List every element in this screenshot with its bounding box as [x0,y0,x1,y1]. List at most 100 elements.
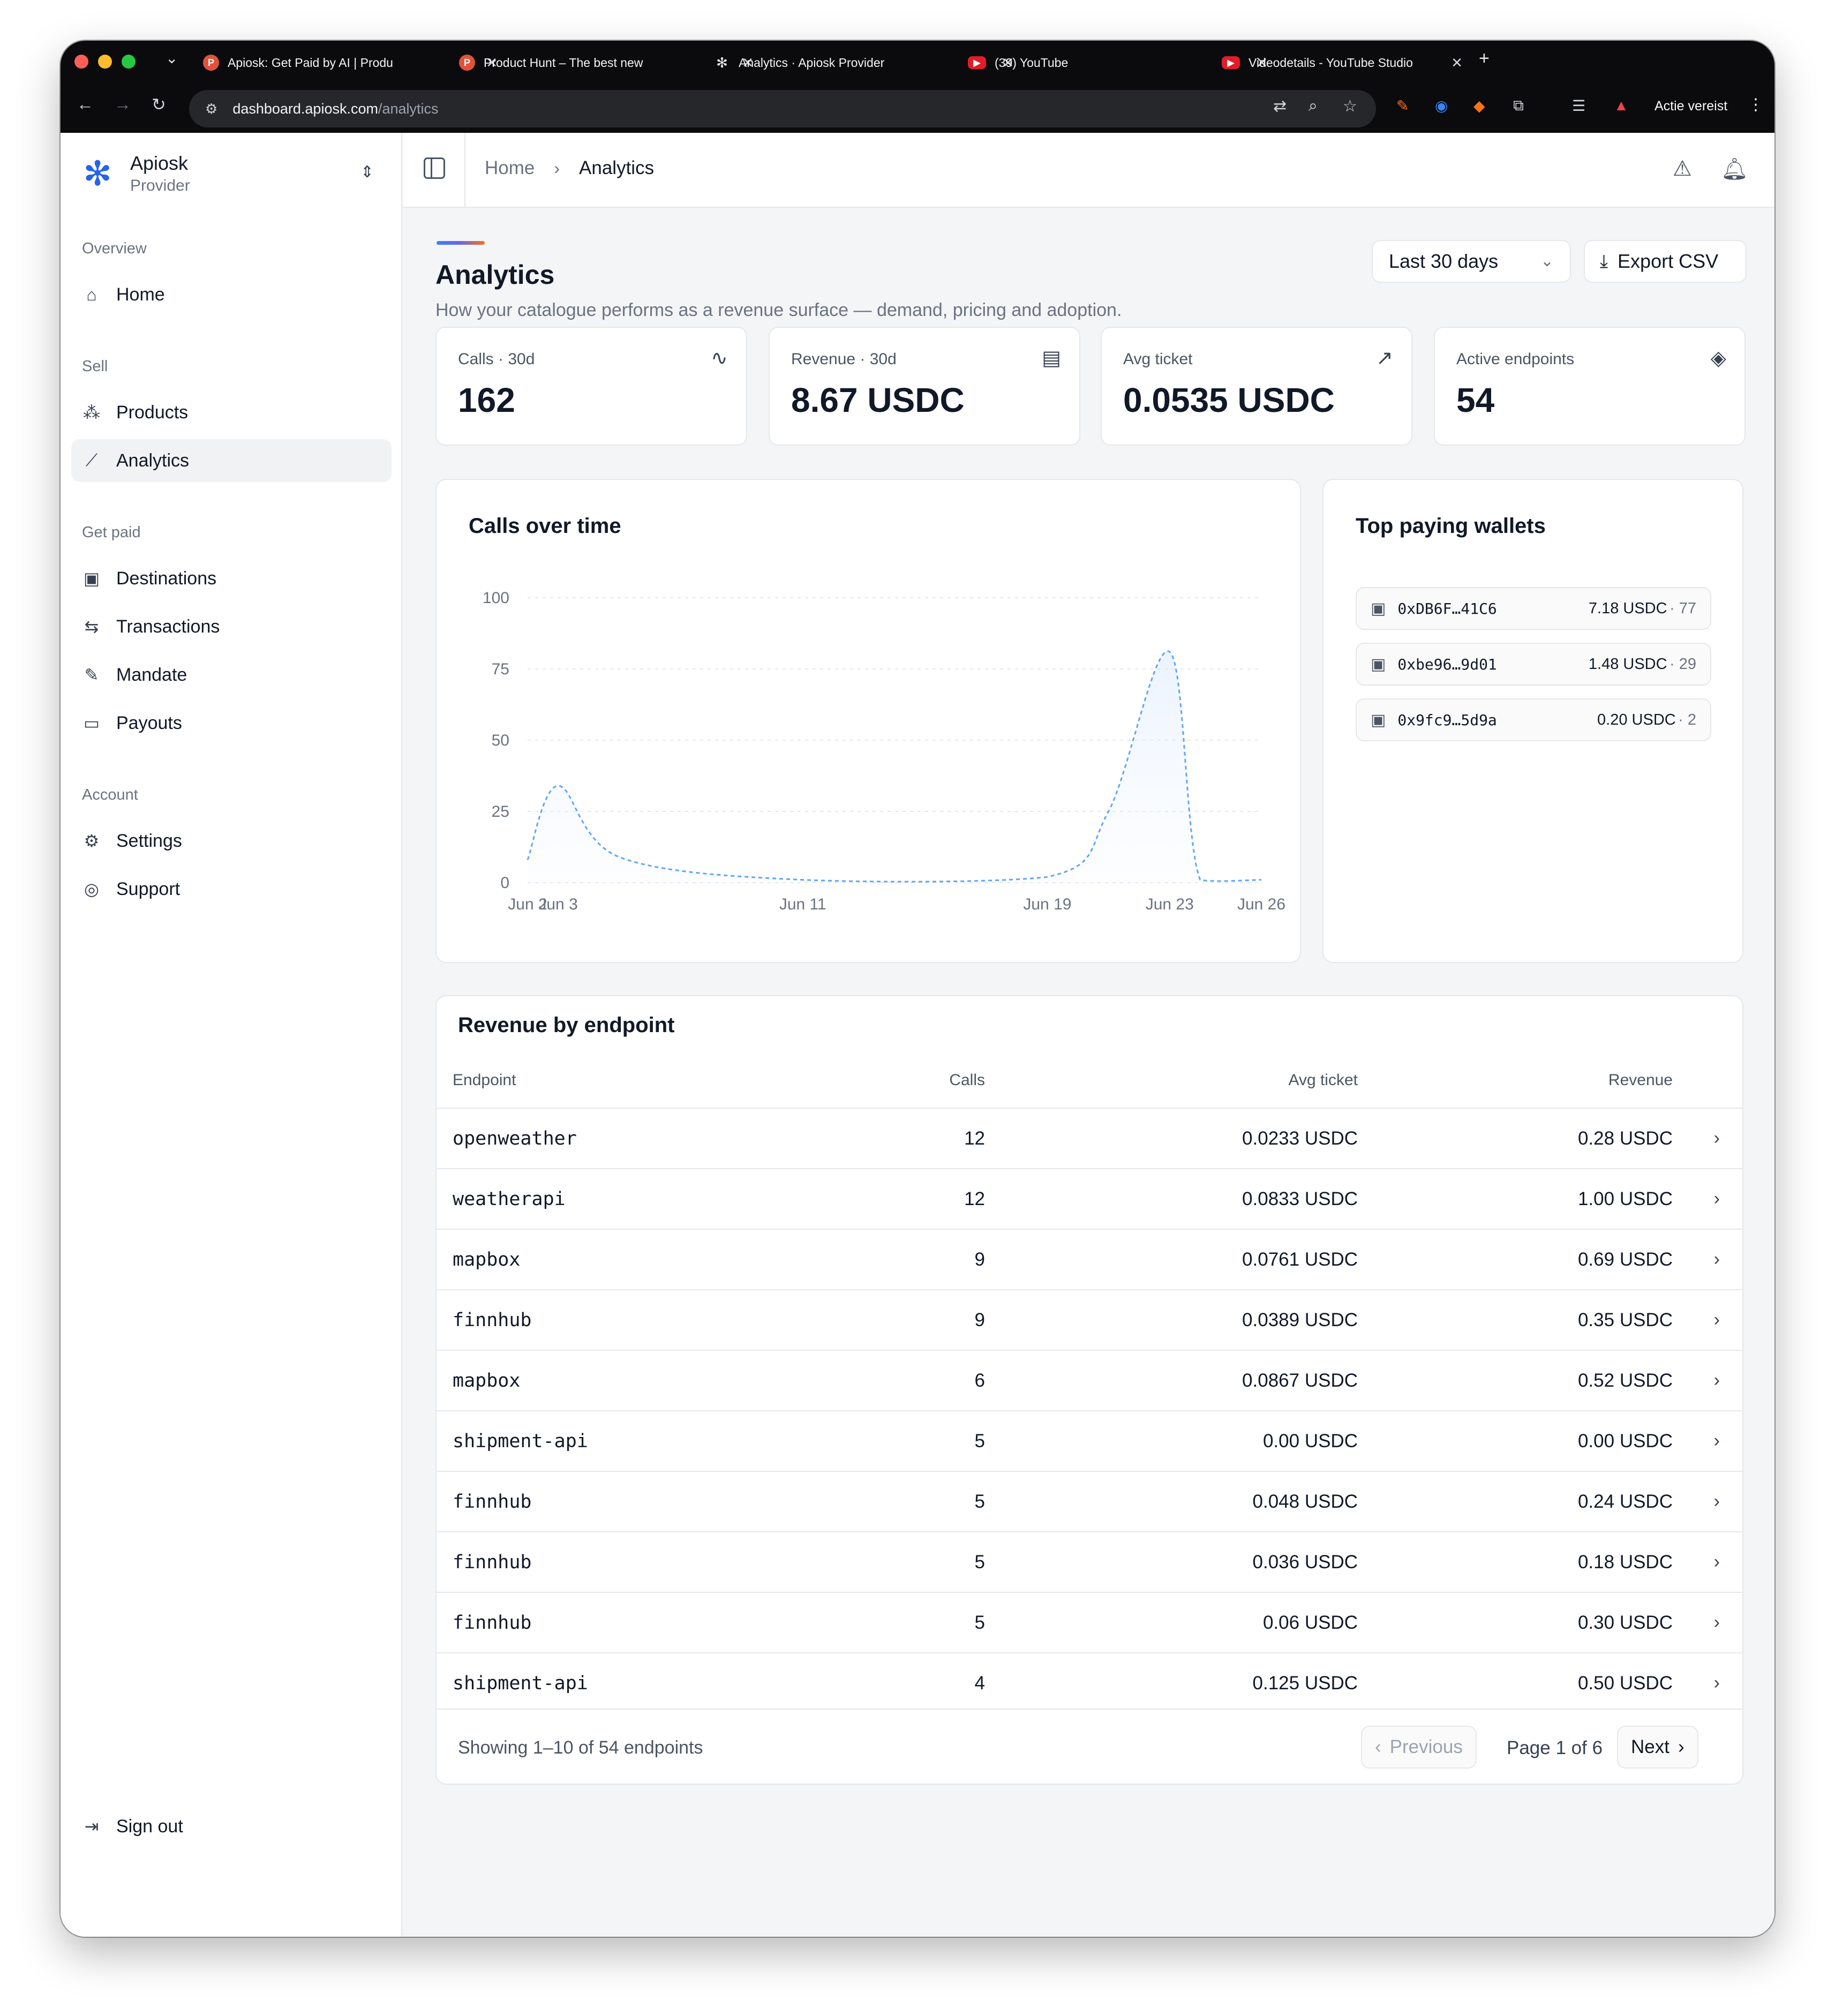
next-page-button[interactable]: Next › [1617,1726,1698,1769]
zoom-icon[interactable]: ⌕ [1308,97,1318,115]
table-row[interactable]: finnhub 9 0.0389 USDC 0.35 USDC › [437,1289,1742,1350]
maximize-window-button[interactable] [122,55,136,69]
chevron-right-icon[interactable]: › [1714,1431,1720,1451]
table-row[interactable]: openweather 12 0.0233 USDC 0.28 USDC › [437,1108,1742,1168]
profile-avatar-icon[interactable]: ▲ [1614,97,1629,114]
sidebar: ✻ Apiosk Provider ⇕ Overview ⌂ Home Sell… [61,133,402,1937]
bell-icon[interactable]: 🔔︎ [1721,156,1748,182]
wallet-item[interactable]: ▣ 0x9fc9…5d9a 0.20 USDC · 2 [1356,698,1711,741]
chevron-right-icon[interactable]: › [1714,1491,1720,1512]
chevron-right-icon[interactable]: › [1714,1673,1720,1694]
arrows-icon: ⇆ [84,617,99,636]
close-window-button[interactable] [74,55,88,69]
export-csv-button[interactable]: ⤓ Export CSV [1584,240,1747,283]
sidebar-item-label: Home [116,284,165,305]
table-row[interactable]: shipment-api 5 0.00 USDC 0.00 USDC › [437,1410,1742,1471]
avg-ticket-cell: 0.036 USDC [1252,1552,1358,1573]
reload-icon[interactable]: ↻ [152,94,166,115]
pen-extension-icon[interactable]: ✎ [1396,97,1409,115]
sidebar-item-analytics[interactable]: ⟋ Analytics [71,439,392,482]
profile-status-label[interactable]: Actie vereist [1654,99,1727,114]
translate-icon[interactable]: ⇄ [1273,97,1287,116]
fox-extension-icon[interactable]: ◆ [1473,97,1485,115]
sidebar-item-label: Destinations [116,568,217,589]
browser-tab-1[interactable]: P Apiosk: Get Paid by AI | Produ ✕ [203,46,498,79]
next-label: Next [1631,1736,1669,1757]
address-bar[interactable]: ⚙ dashboard.apiosk.com/analytics [189,90,1376,127]
sidebar-item-payouts[interactable]: ▭ Payouts [71,702,392,744]
sign-out-button[interactable]: ⇥ Sign out [71,1805,392,1848]
table-row[interactable]: mapbox 9 0.0761 USDC 0.69 USDC › [437,1229,1742,1289]
avg-ticket-cell: 0.0389 USDC [1242,1310,1358,1330]
sidebar-item-support[interactable]: ◎ Support [71,868,392,911]
sidebar-item-transactions[interactable]: ⇆ Transactions [71,605,392,648]
chevron-right-icon[interactable]: › [1714,1128,1720,1149]
endpoint-name: mapbox [453,1249,521,1270]
date-range-select[interactable]: Last 30 days ⌄ [1372,240,1571,283]
revenue-cell: 0.18 USDC [1577,1552,1673,1573]
table-row[interactable]: finnhub 5 0.036 USDC 0.18 USDC › [437,1531,1742,1592]
brand-subtitle: Provider [130,177,190,194]
previous-page-button[interactable]: ‹ Previous [1361,1726,1477,1769]
y-tick-label: 0 [500,874,509,892]
sidebar-item-settings[interactable]: ⚙ Settings [71,819,392,862]
breadcrumb: Home › Analytics [485,157,654,179]
asterisk-icon: ✻ [83,154,112,193]
kpi-value: 54 [1456,381,1495,419]
chevron-right-icon[interactable]: › [1714,1552,1720,1573]
table-row[interactable]: finnhub 5 0.048 USDC 0.24 USDC › [437,1471,1742,1531]
revenue-cell: 0.24 USDC [1577,1491,1673,1512]
table-row[interactable]: shipment-api 4 0.125 USDC 0.50 USDC › [437,1652,1742,1713]
page-indicator: Page 1 of 6 [1507,1737,1603,1758]
chevron-right-icon[interactable]: › [1714,1249,1720,1270]
wallet-item[interactable]: ▣ 0xbe96…9d01 1.48 USDC · 29 [1356,643,1711,686]
endpoint-name: finnhub [453,1552,532,1573]
sidebar-item-label: Settings [116,830,182,851]
chevron-right-icon[interactable]: › [1714,1310,1720,1330]
media-queue-icon[interactable]: ☰ [1572,97,1585,115]
sidebar-item-products[interactable]: ⁂ Products [71,391,392,434]
brand[interactable]: ✻ Apiosk Provider [80,152,190,195]
minimize-window-button[interactable] [98,55,112,69]
kpi-value: 8.67 USDC [791,381,965,419]
browser-tab-5[interactable]: ▶ Videodetails - YouTube Studio ✕ [1222,46,1463,79]
revenue-cell: 1.00 USDC [1577,1188,1673,1209]
warning-triangle-icon[interactable]: ⚠ [1673,156,1692,181]
chevron-right-icon[interactable]: › [1714,1612,1720,1633]
bookmark-star-icon[interactable]: ☆ [1343,97,1357,116]
x-tick-label: Jun 23 [1146,896,1194,913]
wallet-amount: 7.18 USDC [1588,599,1667,617]
tab-search-chevron-icon[interactable]: ⌄ [166,49,178,67]
back-arrow-icon[interactable]: ← [77,94,94,114]
endpoint-name: openweather [453,1128,577,1149]
breadcrumb-home-link[interactable]: Home [485,157,535,179]
new-tab-plus-icon[interactable]: + [1479,48,1490,69]
site-settings-icon[interactable]: ⚙ [205,101,217,117]
sidebar-item-home[interactable]: ⌂ Home [71,273,392,316]
chevrons-up-down-icon[interactable]: ⇕ [360,163,374,182]
pagination-summary: Showing 1–10 of 54 endpoints [458,1737,703,1758]
calls-cell: 4 [974,1673,985,1694]
line-chart-icon: ⟋ [85,450,98,470]
forward-arrow-icon[interactable]: → [114,94,131,114]
sidebar-toggle-icon[interactable] [424,157,445,179]
sidebar-item-mandate[interactable]: ✎ Mandate [71,653,392,696]
table-row[interactable]: mapbox 6 0.0867 USDC 0.52 USDC › [437,1350,1742,1410]
chevron-right-icon[interactable]: › [1714,1188,1720,1209]
chevron-right-icon[interactable]: › [1714,1370,1720,1391]
kpi-label: Avg ticket [1123,350,1193,368]
browser-tab-2[interactable]: P Product Hunt – The best new ✕ [459,46,754,79]
table-row[interactable]: finnhub 5 0.06 USDC 0.30 USDC › [437,1592,1742,1652]
column-header-revenue: Revenue [1608,1071,1673,1089]
tab-close-icon[interactable]: ✕ [1451,55,1463,71]
wallet-amount: 1.48 USDC [1588,655,1667,673]
table-row[interactable]: weatherapi 12 0.0833 USDC 1.00 USDC › [437,1168,1742,1229]
browser-menu-icon[interactable]: ⋮ [1748,95,1764,114]
circle-extension-icon[interactable]: ◉ [1435,97,1448,115]
youtube-favicon-icon: ▶ [968,56,986,69]
browser-chrome: ⌄ P Apiosk: Get Paid by AI | Produ ✕ P P… [61,41,1774,133]
sidebar-item-destinations[interactable]: ▣ Destinations [71,557,392,600]
wallet-item[interactable]: ▣ 0xDB6F…41C6 7.18 USDC · 77 [1356,587,1711,630]
wallet-icon: ▣ [1371,711,1386,729]
puzzle-extensions-icon[interactable]: ⧉ [1513,97,1524,115]
